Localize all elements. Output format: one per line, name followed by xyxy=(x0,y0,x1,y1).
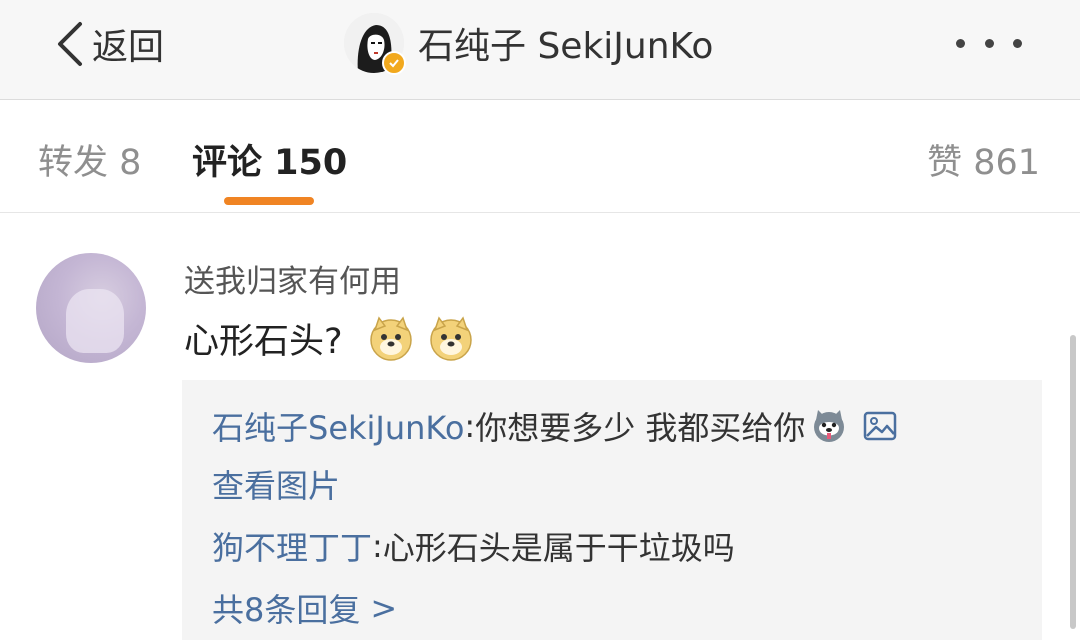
reply-separator: : xyxy=(464,407,476,445)
tab-forward[interactable]: 转发 8 xyxy=(38,134,141,185)
view-image-label[interactable]: 查看图片 xyxy=(212,461,340,507)
verified-badge-icon xyxy=(382,51,406,75)
back-button[interactable]: 返回 xyxy=(52,18,164,70)
doge-emoji-icon xyxy=(429,316,472,361)
husky-emoji-icon xyxy=(814,410,845,442)
page-title: 石纯子 SekiJunKo xyxy=(418,26,714,67)
tab-comment[interactable]: 评论 150 xyxy=(192,134,347,185)
commenter-avatar[interactable] xyxy=(36,253,146,363)
reply-content: 心形石头是属于干垃圾吗 xyxy=(382,529,735,567)
tab-like[interactable]: 赞 861 xyxy=(927,134,1040,185)
back-label: 返回 xyxy=(92,27,165,68)
active-tab-indicator xyxy=(224,197,314,205)
reply-separator: : xyxy=(372,527,383,565)
more-replies-label[interactable]: 共8条回复 xyxy=(212,585,360,631)
more-dots-icon[interactable] xyxy=(956,28,1022,58)
tab-bar: 转发 8 评论 150 赞 861 xyxy=(0,100,1080,213)
nav-bar: 返回 石纯子 SekiJunKo xyxy=(0,0,1080,100)
doge-emoji-icon xyxy=(369,316,412,361)
reply-content: 你想要多少 我都买给你 xyxy=(475,409,806,447)
scrollbar[interactable] xyxy=(1070,335,1076,629)
commenter-name[interactable]: 送我归家有何用 xyxy=(184,256,401,301)
chevron-left-icon xyxy=(58,22,82,66)
reply-author[interactable]: 狗不理丁丁 xyxy=(212,523,372,569)
chevron-right-icon: > xyxy=(370,589,398,627)
comment-body: 心形石头? xyxy=(184,321,343,362)
reply-author[interactable]: 石纯子SekiJunKo xyxy=(212,403,464,449)
more-replies-link[interactable]: 共8条回复 > xyxy=(212,586,397,630)
avatar[interactable] xyxy=(344,13,406,75)
comment-text: 心形石头? xyxy=(184,314,475,362)
replies-panel: 石纯子SekiJunKo : 你想要多少 我都买给你 查看图片 狗不理丁丁 : … xyxy=(182,380,1042,640)
profile-title[interactable]: 石纯子 SekiJunKo xyxy=(344,12,714,75)
reply-item[interactable]: 石纯子SekiJunKo : 你想要多少 我都买给你 xyxy=(212,404,897,448)
reply-item[interactable]: 狗不理丁丁 : 心形石头是属于干垃圾吗 xyxy=(212,524,735,568)
image-icon[interactable] xyxy=(863,411,897,441)
view-image-link[interactable]: 查看图片 xyxy=(212,462,340,506)
